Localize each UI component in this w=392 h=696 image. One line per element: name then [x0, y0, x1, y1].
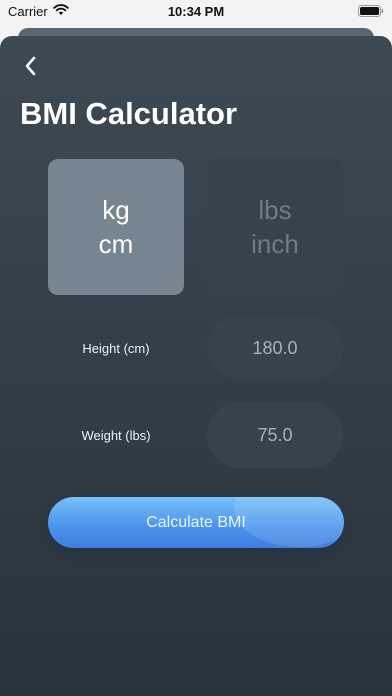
height-input[interactable] [207, 315, 343, 381]
height-label: Height (cm) [82, 341, 150, 356]
metric-height-unit: cm [98, 229, 134, 259]
chevron-left-icon [25, 56, 36, 76]
imperial-weight-unit: lbs [258, 195, 292, 225]
back-button[interactable] [16, 52, 44, 80]
metric-weight-unit: kg [102, 195, 130, 225]
page-title: BMI Calculator [20, 96, 238, 131]
imperial-height-unit: inch [251, 229, 299, 259]
weight-label: Weight (lbs) [81, 428, 151, 443]
calculate-bmi-button[interactable]: Calculate BMI [48, 497, 344, 548]
imperial-unit-option[interactable]: lbs inch [207, 159, 343, 295]
metric-unit-option[interactable]: kg cm [48, 159, 184, 295]
status-bar: Carrier 10:34 PM [0, 0, 392, 22]
battery-icon [358, 5, 384, 20]
status-time: 10:34 PM [167, 4, 225, 19]
weight-input[interactable] [207, 402, 343, 468]
